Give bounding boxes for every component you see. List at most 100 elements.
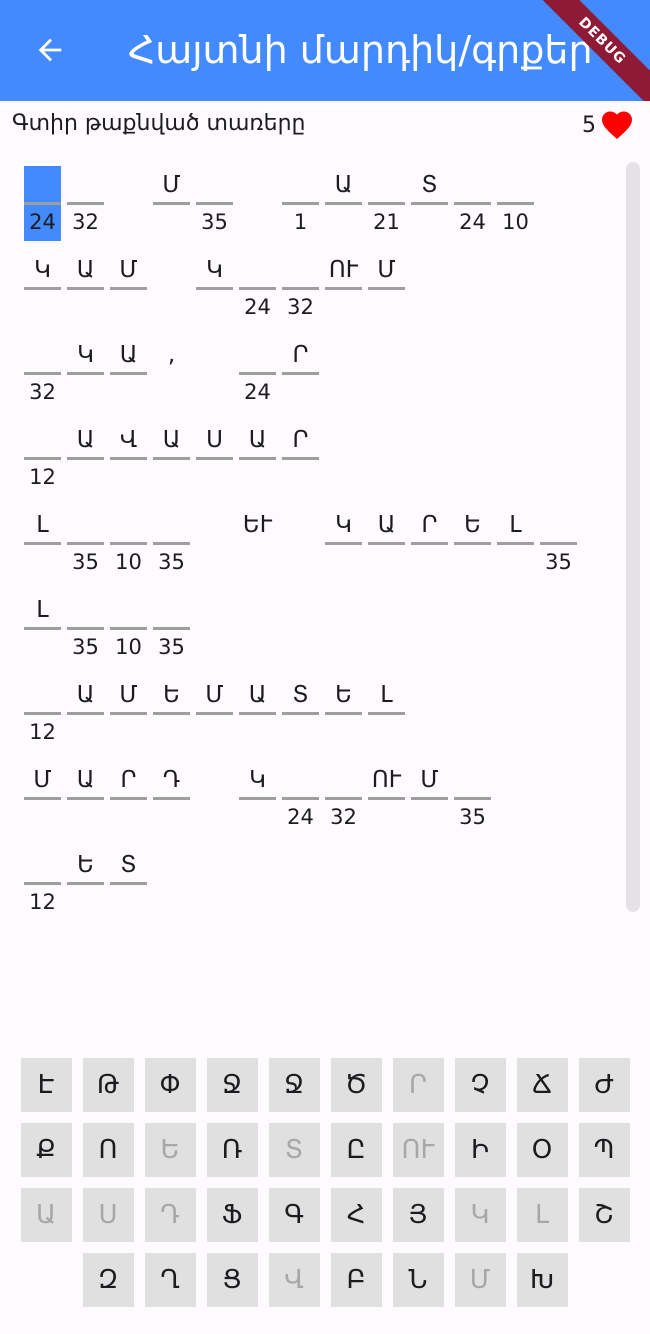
cell-underline xyxy=(67,287,104,290)
scrollbar[interactable] xyxy=(626,162,640,912)
hidden-letter-cell[interactable]: 35 xyxy=(153,506,190,581)
letter-key[interactable]: Թ xyxy=(82,1058,134,1112)
letter-key[interactable]: Վ xyxy=(268,1253,320,1307)
hidden-letter-cell[interactable]: 32 xyxy=(325,761,362,836)
letter-key[interactable]: ՈՒ xyxy=(392,1123,444,1177)
letter-key[interactable]: Ա xyxy=(20,1188,72,1242)
letter-key[interactable]: Փ xyxy=(144,1058,196,1112)
hidden-letter-cell[interactable]: 24 xyxy=(239,336,276,411)
cell-letter: Ր xyxy=(292,342,309,368)
letter-key[interactable]: Ջ xyxy=(206,1058,258,1112)
cell-underline xyxy=(153,542,190,545)
hidden-letter-cell[interactable]: 24 xyxy=(239,251,276,326)
revealed-letter-cell: Լ xyxy=(497,506,534,581)
word-gap xyxy=(282,506,319,581)
cell-underline xyxy=(110,372,147,375)
heart-icon xyxy=(602,111,632,140)
hidden-letter-cell[interactable]: 12 xyxy=(24,846,61,921)
letter-key[interactable]: Ո xyxy=(82,1123,134,1177)
letter-key[interactable]: Հ xyxy=(330,1188,382,1242)
punctuation-cell: , xyxy=(153,336,190,411)
cell-underline xyxy=(24,542,61,545)
letter-key[interactable]: Կ xyxy=(454,1188,506,1242)
letter-key[interactable]: Մ xyxy=(454,1253,506,1307)
letter-key[interactable]: Բ xyxy=(330,1253,382,1307)
letter-key[interactable]: Ե xyxy=(144,1123,196,1177)
hidden-letter-cell[interactable]: 32 xyxy=(24,336,61,411)
cell-underline xyxy=(110,627,147,630)
cell-letter: Մ xyxy=(119,257,138,283)
app-bar: Հայտնի մարդիկ/գրքեր DEBUG xyxy=(0,0,650,101)
cell-number: 10 xyxy=(115,635,142,659)
letter-key[interactable]: Լ xyxy=(516,1188,568,1242)
puzzle-line: 12 Ա Վ Ա Ս Ա Ր xyxy=(24,421,620,506)
letter-key[interactable]: Պ xyxy=(578,1123,630,1177)
cell-letter: Կ xyxy=(335,512,352,538)
revealed-letter-cell: Կ xyxy=(325,506,362,581)
hidden-letter-cell[interactable]: 12 xyxy=(24,421,61,496)
cell-number: 32 xyxy=(29,380,56,404)
letter-key[interactable]: Ֆ xyxy=(206,1188,258,1242)
cell-letter: Մ xyxy=(33,767,52,793)
hidden-letter-cell[interactable]: 21 xyxy=(368,166,405,241)
letter-key[interactable]: Խ xyxy=(516,1253,568,1307)
letter-key[interactable]: Յ xyxy=(392,1188,444,1242)
letter-key[interactable]: Ի xyxy=(454,1123,506,1177)
letter-key[interactable]: Է xyxy=(20,1058,72,1112)
hidden-letter-cell[interactable]: 24 xyxy=(454,166,491,241)
cell-number: 24 xyxy=(287,805,314,829)
letter-key[interactable]: Չ xyxy=(454,1058,506,1112)
letter-key[interactable]: Ճ xyxy=(516,1058,568,1112)
hidden-letter-cell[interactable]: 32 xyxy=(67,166,104,241)
letter-key[interactable]: Շ xyxy=(578,1188,630,1242)
letter-key[interactable]: Ծ xyxy=(330,1058,382,1112)
letter-key[interactable]: Ժ xyxy=(578,1058,630,1112)
back-button[interactable] xyxy=(26,26,74,74)
cell-number: 35 xyxy=(72,550,99,574)
revealed-letter-cell: Լ xyxy=(368,676,405,751)
letter-key[interactable]: Ջ xyxy=(268,1058,320,1112)
letter-key[interactable]: Դ xyxy=(144,1188,196,1242)
letter-key[interactable]: Ս xyxy=(82,1188,134,1242)
letter-key[interactable]: Զ xyxy=(82,1253,134,1307)
letter-key[interactable]: Գ xyxy=(268,1188,320,1242)
hidden-letter-cell[interactable]: 12 xyxy=(24,676,61,751)
cell-letter xyxy=(24,168,61,202)
letter-key[interactable]: Ք xyxy=(20,1123,72,1177)
letter-keyboard: Է Թ Փ Ջ Ջ Ծ Ր Չ Ճ Ժ Ք Ո Ե Ռ Տ Ը ՈՒ Ի Օ Պ Ա Ս Դ Ֆ Գ Հ Յ Կ Լ Շ Զ Ղ Ց Վ Բ Ն Մ Խ xyxy=(0,1058,650,1318)
cell-underline xyxy=(282,712,319,715)
letter-key[interactable]: Ր xyxy=(392,1058,444,1112)
hidden-letter-cell[interactable]: 24 xyxy=(24,166,61,241)
cell-underline xyxy=(153,712,190,715)
hidden-letter-cell[interactable]: 35 xyxy=(540,506,577,581)
hidden-letter-cell[interactable]: 35 xyxy=(454,761,491,836)
cell-letter xyxy=(153,508,190,542)
cell-letter: Դ xyxy=(162,767,181,793)
letter-key[interactable]: Օ xyxy=(516,1123,568,1177)
hidden-letter-cell[interactable]: 35 xyxy=(196,166,233,241)
hidden-letter-cell[interactable]: 1 xyxy=(282,166,319,241)
cell-letter: Ր xyxy=(292,427,309,453)
revealed-letter-cell: ՈՒ xyxy=(368,761,405,836)
letter-key[interactable]: Ն xyxy=(392,1253,444,1307)
cell-underline xyxy=(67,712,104,715)
letter-key[interactable]: Ռ xyxy=(206,1123,258,1177)
hidden-letter-cell[interactable]: 35 xyxy=(67,591,104,666)
cell-underline xyxy=(239,287,276,290)
hidden-letter-cell[interactable]: 10 xyxy=(110,591,147,666)
hidden-letter-cell[interactable]: 32 xyxy=(282,251,319,326)
revealed-letter-cell: Մ xyxy=(411,761,448,836)
revealed-letter-cell: Ա xyxy=(153,421,190,496)
letter-key[interactable]: Ղ xyxy=(144,1253,196,1307)
letter-key[interactable]: Ց xyxy=(206,1253,258,1307)
letter-key[interactable]: Ը xyxy=(330,1123,382,1177)
hidden-letter-cell[interactable]: 35 xyxy=(153,591,190,666)
letter-key[interactable]: Տ xyxy=(268,1123,320,1177)
cell-underline xyxy=(196,712,233,715)
hidden-letter-cell[interactable]: 10 xyxy=(497,166,534,241)
hidden-letter-cell[interactable]: 10 xyxy=(110,506,147,581)
revealed-letter-cell: Տ xyxy=(411,166,448,241)
hidden-letter-cell[interactable]: 35 xyxy=(67,506,104,581)
hidden-letter-cell[interactable]: 24 xyxy=(282,761,319,836)
cell-underline xyxy=(196,202,233,205)
